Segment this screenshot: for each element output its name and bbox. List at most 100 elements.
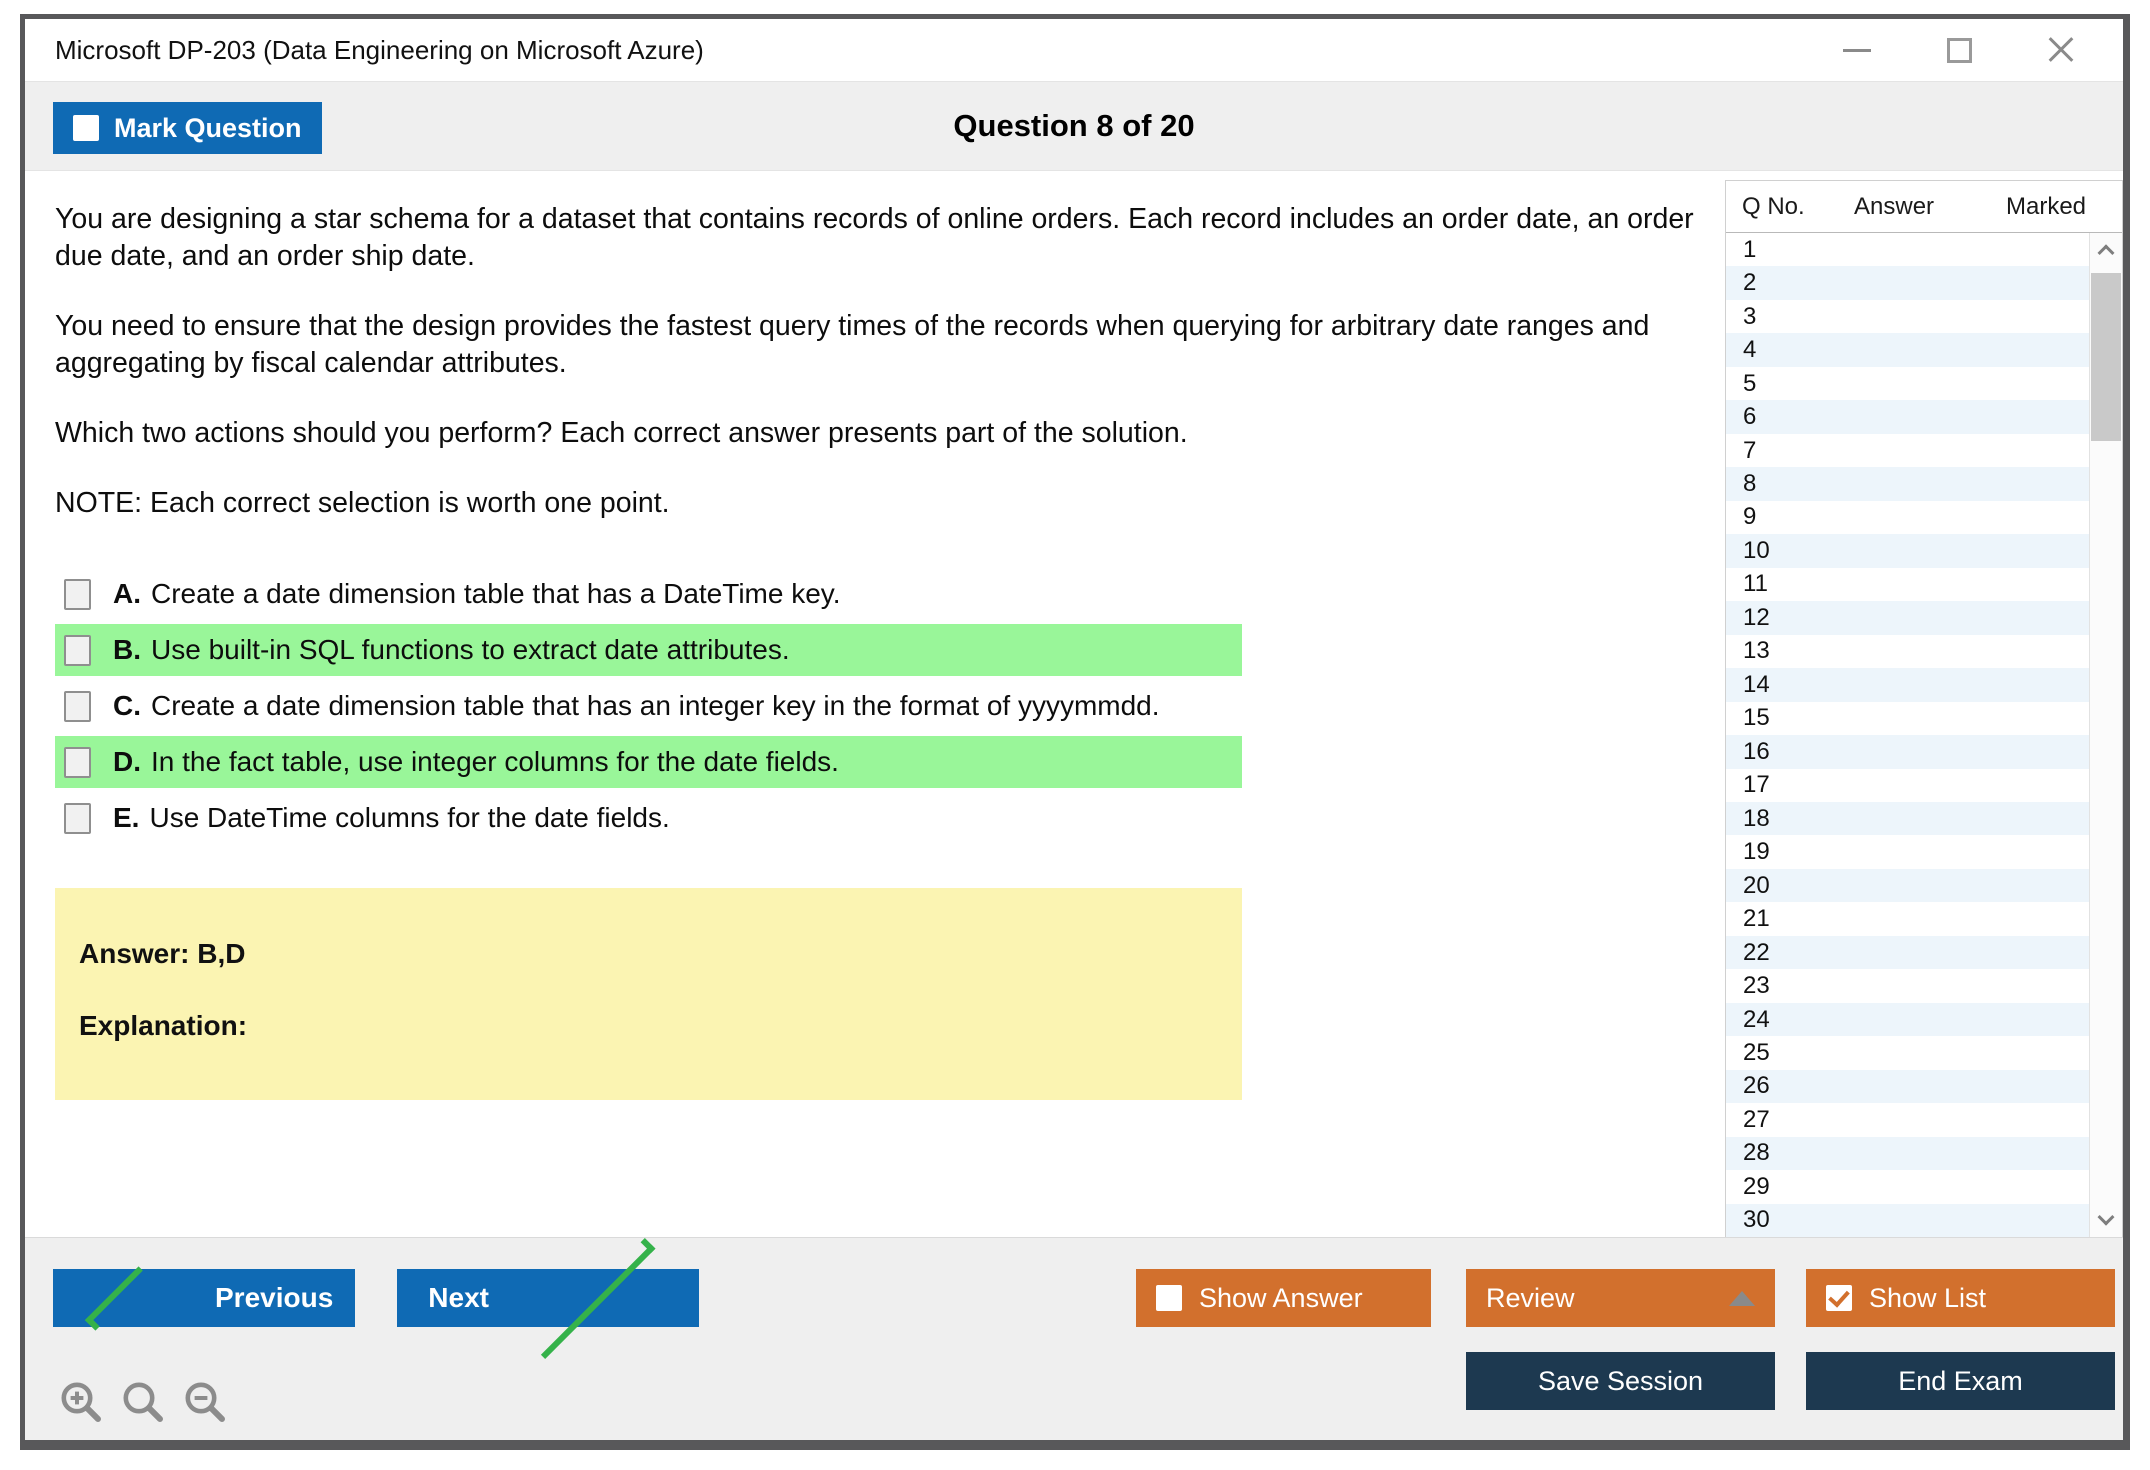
question-list-row[interactable]: 14: [1726, 668, 2089, 702]
row-qno: 27: [1743, 1105, 1770, 1133]
end-exam-button[interactable]: End Exam: [1806, 1352, 2115, 1410]
row-qno: 28: [1743, 1139, 1770, 1167]
question-list-sidebar: Q No. Answer Marked 1 2 3 4 5 6 7 8 9 10…: [1725, 180, 2123, 1237]
question-list-row[interactable]: 11: [1726, 568, 2089, 601]
question-list-row[interactable]: 29: [1726, 1170, 2089, 1203]
row-qno: 26: [1743, 1072, 1770, 1100]
question-list-row[interactable]: 25: [1726, 1036, 2089, 1069]
row-qno: 13: [1743, 637, 1770, 665]
row-qno: 18: [1743, 804, 1770, 832]
option-letter: A.: [113, 578, 141, 609]
option-letter: D.: [113, 746, 141, 777]
question-list-row[interactable]: 16: [1726, 735, 2089, 769]
app-window: Microsoft DP-203 (Data Engineering on Mi…: [20, 14, 2130, 1450]
main-area: You are designing a star schema for a da…: [25, 171, 2123, 1237]
answer-option[interactable]: B. Use built-in SQL functions to extract…: [55, 624, 1242, 676]
answer-option[interactable]: E. Use DateTime columns for the date fie…: [55, 792, 1242, 844]
next-button[interactable]: Next: [397, 1237, 699, 1359]
question-list-row[interactable]: 17: [1726, 769, 2089, 802]
question-list-row[interactable]: 10: [1726, 534, 2089, 568]
end-exam-label: End Exam: [1898, 1365, 2023, 1396]
option-text: In the fact table, use integer columns f…: [151, 746, 839, 777]
show-list-button[interactable]: Show List: [1806, 1269, 2115, 1327]
row-qno: 20: [1743, 871, 1770, 899]
question-list-row[interactable]: 15: [1726, 702, 2089, 735]
question-paragraph: You need to ensure that the design provi…: [55, 310, 1650, 379]
question-list-row[interactable]: 30: [1726, 1203, 2089, 1237]
question-list-row[interactable]: 2: [1726, 266, 2089, 300]
question-list-row[interactable]: 22: [1726, 935, 2089, 970]
show-list-label: Show List: [1869, 1282, 1987, 1313]
question-paragraph: Which two actions should you perform? Ea…: [55, 417, 1188, 449]
option-text: Create a date dimension table that has a…: [151, 690, 1160, 721]
question-paragraph: NOTE: Each correct selection is worth on…: [55, 487, 670, 519]
maximize-button[interactable]: [1942, 33, 1976, 67]
question-list-row[interactable]: 24: [1726, 1002, 2089, 1037]
review-label: Review: [1486, 1282, 1575, 1313]
row-qno: 8: [1743, 470, 1757, 498]
question-list-row[interactable]: 6: [1726, 400, 2089, 434]
window-title: Microsoft DP-203 (Data Engineering on Mi…: [55, 34, 704, 65]
col-marked: Marked: [2006, 192, 2087, 220]
question-list-row[interactable]: 7: [1726, 434, 2089, 467]
row-qno: 30: [1743, 1206, 1770, 1234]
question-list-row[interactable]: 1: [1726, 233, 2089, 266]
scrollbar-thumb[interactable]: [2091, 273, 2121, 441]
question-list-row[interactable]: 18: [1726, 801, 2089, 836]
question-list-row[interactable]: 20: [1726, 868, 2089, 903]
option-letter: C.: [113, 690, 141, 721]
row-qno: 11: [1743, 570, 1768, 598]
row-qno: 12: [1743, 603, 1770, 631]
show-answer-label: Show Answer: [1199, 1282, 1363, 1313]
zoom-out-icon[interactable]: [181, 1378, 229, 1426]
option-checkbox[interactable]: [64, 746, 91, 778]
maximize-icon: [1946, 37, 1972, 63]
row-qno: 5: [1743, 369, 1757, 397]
option-checkbox[interactable]: [64, 690, 91, 722]
row-qno: 25: [1743, 1038, 1770, 1066]
zoom-in-icon[interactable]: [57, 1378, 105, 1426]
explanation-text: Explanation:: [79, 1010, 248, 1041]
question-list-row[interactable]: 4: [1726, 333, 2089, 367]
option-checkbox[interactable]: [64, 578, 91, 610]
question-panel: You are designing a star schema for a da…: [25, 171, 1725, 1237]
close-button[interactable]: [2044, 33, 2078, 67]
show-answer-button[interactable]: Show Answer: [1136, 1269, 1431, 1327]
answer-option[interactable]: C. Create a date dimension table that ha…: [55, 680, 1242, 732]
question-list-row[interactable]: 27: [1726, 1103, 2089, 1136]
col-qno: Q No.: [1742, 192, 1805, 220]
question-list-row[interactable]: 12: [1726, 601, 2089, 635]
question-list-row[interactable]: 5: [1726, 367, 2089, 400]
question-list-row[interactable]: 19: [1726, 835, 2089, 868]
sidebar-header: Q No. Answer Marked: [1726, 181, 2122, 233]
option-checkbox[interactable]: [64, 802, 91, 834]
question-paragraph: You are designing a star schema for a da…: [55, 203, 1694, 272]
question-list-row[interactable]: 23: [1726, 969, 2089, 1002]
footer-bar: Previous Next Show Answer Review Show Li…: [25, 1237, 2123, 1440]
review-button[interactable]: Review: [1466, 1269, 1775, 1327]
row-qno: 9: [1743, 503, 1757, 531]
chevron-left-icon: [84, 1265, 150, 1331]
sidebar-scrollbar[interactable]: [2089, 233, 2122, 1237]
close-icon: [2046, 35, 2076, 65]
question-list-row[interactable]: 3: [1726, 300, 2089, 333]
save-session-label: Save Session: [1537, 1365, 1704, 1396]
scroll-down-button[interactable]: [2090, 1203, 2122, 1237]
sidebar-rows: 1 2 3 4 5 6 7 8 9 10 11 12 13 14 15 16 1…: [1726, 233, 2089, 1237]
question-list-row[interactable]: 8: [1726, 467, 2089, 501]
option-text: Use built-in SQL functions to extract da…: [151, 634, 790, 665]
question-list-row[interactable]: 26: [1726, 1069, 2089, 1104]
option-checkbox[interactable]: [64, 634, 91, 666]
question-list-row[interactable]: 21: [1726, 902, 2089, 935]
question-list-row[interactable]: 13: [1726, 635, 2089, 668]
zoom-reset-icon[interactable]: [119, 1378, 167, 1426]
row-qno: 1: [1743, 235, 1757, 263]
minimize-button[interactable]: [1840, 33, 1874, 67]
save-session-button[interactable]: Save Session: [1466, 1352, 1775, 1410]
question-list-row[interactable]: 28: [1726, 1136, 2089, 1171]
answer-option[interactable]: D. In the fact table, use integer column…: [55, 736, 1242, 788]
row-qno: 2: [1743, 269, 1757, 297]
question-list-row[interactable]: 9: [1726, 501, 2089, 534]
answer-option[interactable]: A. Create a date dimension table that ha…: [55, 568, 1242, 620]
scroll-up-button[interactable]: [2090, 233, 2122, 267]
